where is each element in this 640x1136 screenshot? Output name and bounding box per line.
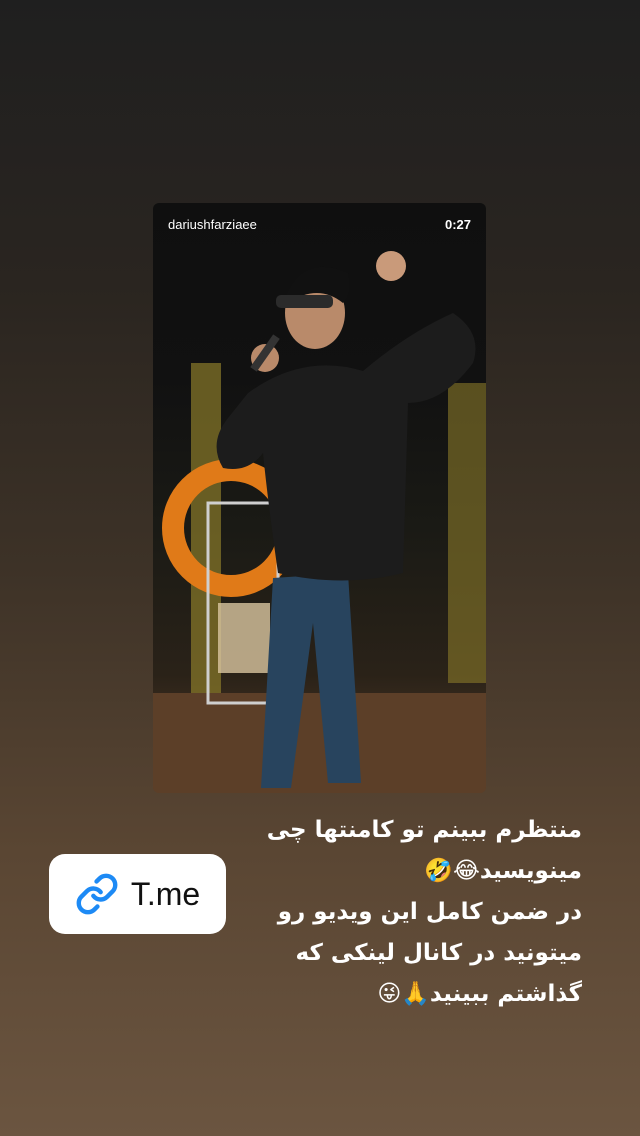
caption-line: مینویسید😂🤣 xyxy=(424,858,582,884)
caption-line: در ضمن کامل این ویدیو رو xyxy=(277,899,582,925)
link-sticker[interactable]: T.me xyxy=(49,854,226,934)
video-duration: 0:27 xyxy=(444,217,471,232)
caption-line: گذاشتم ببینید🙏😜 xyxy=(377,981,582,1007)
link-label: T.me xyxy=(130,875,201,912)
link-icon xyxy=(75,872,119,916)
caption-line: میتونید در کانال لینکی که xyxy=(295,940,582,966)
video-post-preview[interactable]: dariushfarziaee 0:27 xyxy=(153,203,486,793)
caption-line: منتظرم ببینم تو کامنتها چی xyxy=(266,817,582,843)
video-frame-image xyxy=(153,251,486,793)
story-caption: منتظرم ببینم تو کامنتها چی مینویسید😂🤣 در… xyxy=(232,810,582,1015)
video-username: dariushfarziaee xyxy=(168,217,257,232)
